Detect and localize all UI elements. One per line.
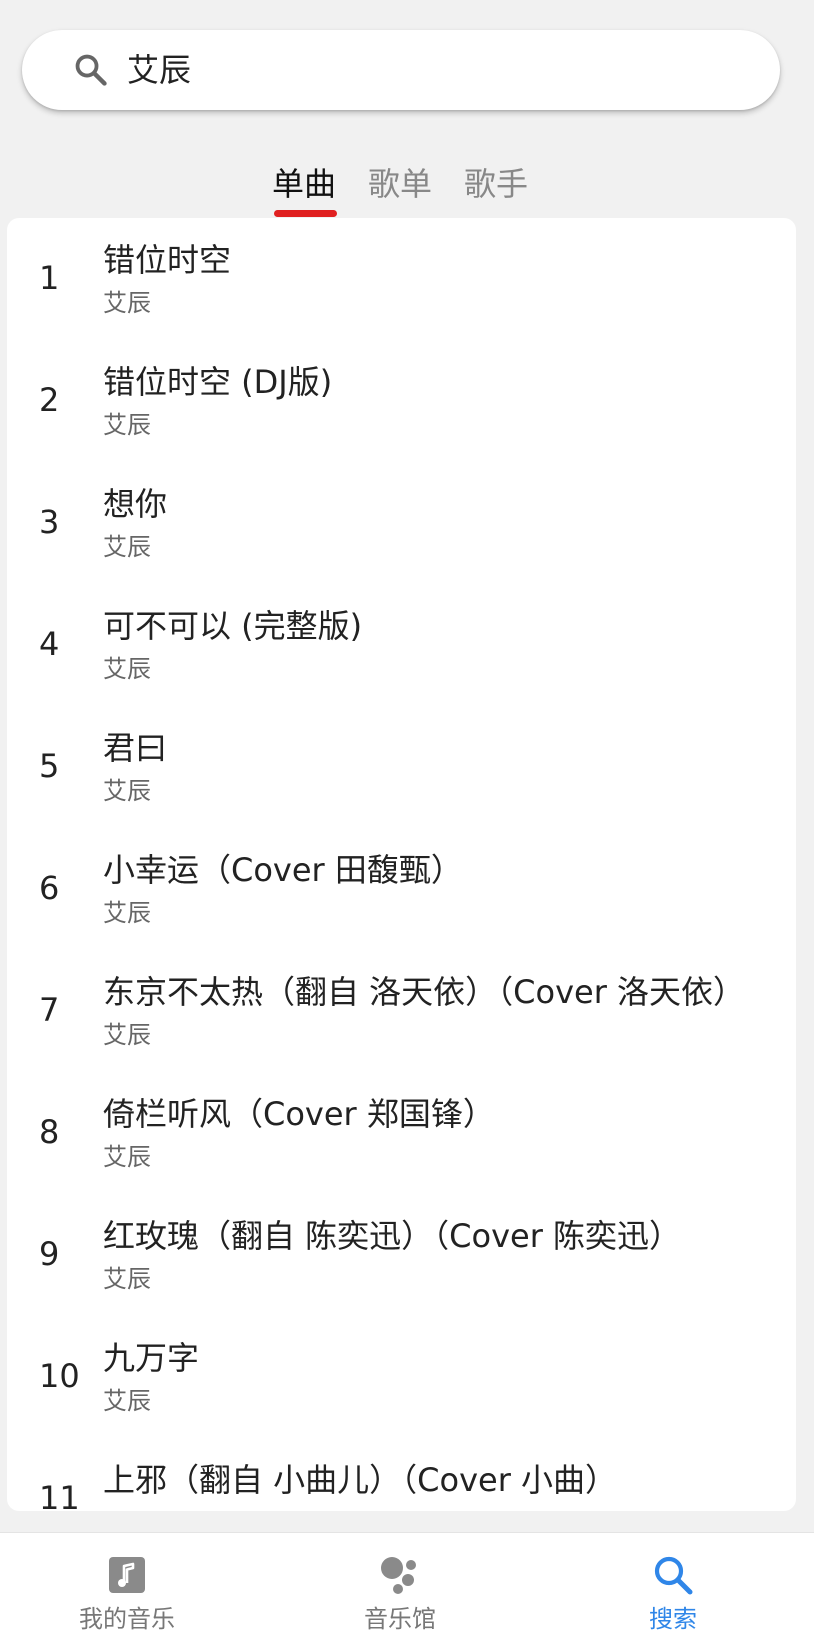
search-input[interactable]: 艾辰 bbox=[127, 30, 191, 110]
song-title: 君曰 bbox=[103, 729, 168, 767]
song-number: 4 bbox=[39, 625, 60, 663]
song-number: 6 bbox=[39, 869, 60, 907]
song-title: 东京不太热（翻自 洛天依）（Cover 洛天依） bbox=[103, 973, 746, 1011]
song-list: 1 错位时空 艾辰 2 错位时空 (DJ版) 艾辰 3 想你 艾辰 4 可不可以… bbox=[7, 218, 796, 1511]
result-tabs: 单曲 歌单 歌手 bbox=[0, 158, 814, 218]
nav-my-music[interactable]: 我的音乐 bbox=[27, 1533, 227, 1641]
song-number: 3 bbox=[39, 503, 60, 541]
song-number: 10 bbox=[39, 1357, 80, 1395]
song-row[interactable]: 7 东京不太热（翻自 洛天依）（Cover 洛天依） 艾辰 bbox=[7, 950, 796, 1072]
song-row[interactable]: 8 倚栏听风（Cover 郑国锋） 艾辰 bbox=[7, 1072, 796, 1194]
song-row[interactable]: 9 红玫瑰（翻自 陈奕迅）（Cover 陈奕迅） 艾辰 bbox=[7, 1194, 796, 1316]
song-number: 7 bbox=[39, 991, 60, 1029]
song-number: 1 bbox=[39, 259, 60, 297]
song-artist: 艾辰 bbox=[103, 411, 151, 439]
nav-music-hall[interactable]: 音乐馆 bbox=[300, 1533, 500, 1641]
song-artist: 艾辰 bbox=[103, 655, 151, 683]
song-artist: 艾辰 bbox=[103, 899, 151, 927]
song-title: 九万字 bbox=[103, 1339, 200, 1377]
song-artist: 艾辰 bbox=[103, 1021, 151, 1049]
nav-search[interactable]: 搜索 bbox=[573, 1533, 773, 1641]
bottom-navigation: 我的音乐 音乐馆 搜索 bbox=[0, 1532, 814, 1641]
nav-label: 我的音乐 bbox=[79, 1605, 175, 1633]
song-title: 红玫瑰（翻自 陈奕迅）（Cover 陈奕迅） bbox=[103, 1217, 682, 1255]
song-title: 错位时空 (DJ版) bbox=[103, 363, 333, 401]
song-row[interactable]: 6 小幸运（Cover 田馥甄） 艾辰 bbox=[7, 828, 796, 950]
song-title: 小幸运（Cover 田馥甄） bbox=[103, 851, 463, 889]
song-artist: 艾辰 bbox=[103, 1387, 151, 1415]
tab-artists[interactable]: 歌手 bbox=[464, 158, 528, 210]
song-title: 错位时空 bbox=[103, 241, 232, 279]
song-artist: 艾辰 bbox=[103, 289, 151, 317]
search-icon bbox=[75, 54, 107, 86]
song-artist: 艾辰 bbox=[103, 1143, 151, 1171]
music-hall-icon bbox=[381, 1557, 416, 1594]
song-row[interactable]: 5 君曰 艾辰 bbox=[7, 706, 796, 828]
tab-songs[interactable]: 单曲 bbox=[272, 158, 336, 210]
song-artist: 艾辰 bbox=[103, 777, 151, 805]
song-number: 8 bbox=[39, 1113, 60, 1151]
music-note-icon bbox=[109, 1557, 145, 1593]
song-title: 可不可以 (完整版) bbox=[103, 607, 363, 645]
active-tab-indicator bbox=[274, 210, 337, 217]
song-number: 2 bbox=[39, 381, 60, 419]
tab-playlists[interactable]: 歌单 bbox=[368, 158, 432, 210]
song-number: 11 bbox=[39, 1479, 80, 1511]
song-artist: 艾辰 bbox=[103, 533, 151, 561]
nav-label: 搜索 bbox=[649, 1605, 697, 1633]
song-row[interactable]: 3 想你 艾辰 bbox=[7, 462, 796, 584]
song-title: 倚栏听风（Cover 郑国锋） bbox=[103, 1095, 495, 1133]
song-title: 上邪（翻自 小曲儿）（Cover 小曲） bbox=[103, 1461, 618, 1499]
song-row[interactable]: 10 九万字 艾辰 bbox=[7, 1316, 796, 1438]
song-row[interactable]: 11 上邪（翻自 小曲儿）（Cover 小曲） bbox=[7, 1438, 796, 1511]
song-row[interactable]: 2 错位时空 (DJ版) 艾辰 bbox=[7, 340, 796, 462]
search-bar[interactable]: 艾辰 bbox=[22, 30, 780, 110]
song-number: 9 bbox=[39, 1235, 60, 1273]
song-title: 想你 bbox=[103, 485, 168, 523]
song-row[interactable]: 1 错位时空 艾辰 bbox=[7, 218, 796, 340]
song-artist: 艾辰 bbox=[103, 1265, 151, 1293]
song-number: 5 bbox=[39, 747, 60, 785]
search-icon bbox=[654, 1556, 693, 1595]
song-row[interactable]: 4 可不可以 (完整版) 艾辰 bbox=[7, 584, 796, 706]
nav-label: 音乐馆 bbox=[364, 1605, 436, 1633]
